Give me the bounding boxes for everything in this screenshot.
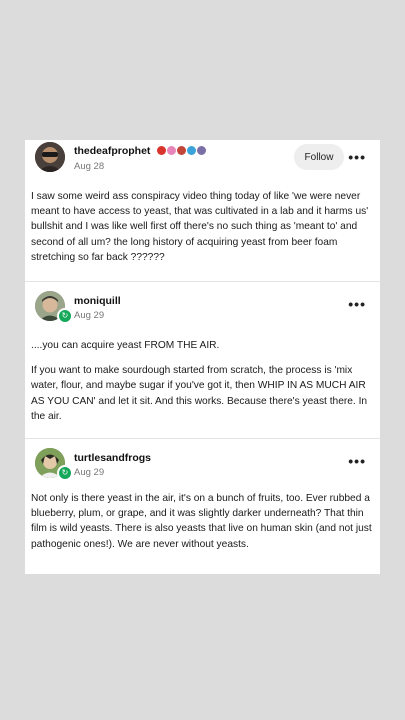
post-turtlesandfrogs: ↻ turtlesandfrogs Aug 29 ••• Not only is… — [25, 439, 380, 574]
avatar-image-icon — [35, 142, 65, 172]
post-date: Aug 28 — [74, 161, 105, 172]
badge-icon — [167, 146, 176, 155]
more-options-icon[interactable]: ••• — [348, 149, 366, 165]
badge-icon — [197, 146, 206, 155]
post-date: Aug 29 — [74, 310, 105, 321]
more-options-icon[interactable]: ••• — [348, 296, 366, 312]
follow-button[interactable]: Follow — [294, 144, 344, 170]
post-paragraph: ....you can acquire yeast FROM THE AIR. — [31, 340, 220, 351]
post-date: Aug 29 — [74, 467, 105, 478]
badge-icon — [157, 146, 166, 155]
post-paragraph: If you want to make sourdough started fr… — [31, 365, 368, 422]
post-body: I saw some weird ass conspiracy video th… — [31, 184, 374, 265]
badge-row — [157, 146, 206, 155]
avatar[interactable] — [35, 142, 65, 172]
username[interactable]: moniquill — [74, 295, 121, 307]
reblog-icon: ↻ — [57, 308, 73, 324]
post-body: Not only is there yeast in the air, it's… — [31, 483, 374, 552]
reblog-icon: ↻ — [57, 465, 73, 481]
post-thedeafprophet: thedeafprophet Aug 28 Follow ••• I saw s… — [25, 140, 380, 282]
post-header: ↻ moniquill Aug 29 ••• — [31, 282, 374, 324]
username[interactable]: thedeafprophet — [74, 145, 150, 157]
post-thread-card: thedeafprophet Aug 28 Follow ••• I saw s… — [25, 140, 380, 574]
post-paragraph: Not only is there yeast in the air, it's… — [31, 493, 372, 550]
post-moniquill: ↻ moniquill Aug 29 ••• ....you can acqui… — [25, 282, 380, 439]
badge-icon — [177, 146, 186, 155]
post-header: ↻ turtlesandfrogs Aug 29 ••• — [31, 439, 374, 483]
post-header: thedeafprophet Aug 28 Follow ••• — [31, 140, 374, 184]
more-options-icon[interactable]: ••• — [348, 453, 366, 469]
post-body: ....you can acquire yeast FROM THE AIR. … — [31, 324, 374, 424]
post-paragraph: I saw some weird ass conspiracy video th… — [31, 191, 369, 263]
badge-icon — [187, 146, 196, 155]
username[interactable]: turtlesandfrogs — [74, 452, 151, 464]
